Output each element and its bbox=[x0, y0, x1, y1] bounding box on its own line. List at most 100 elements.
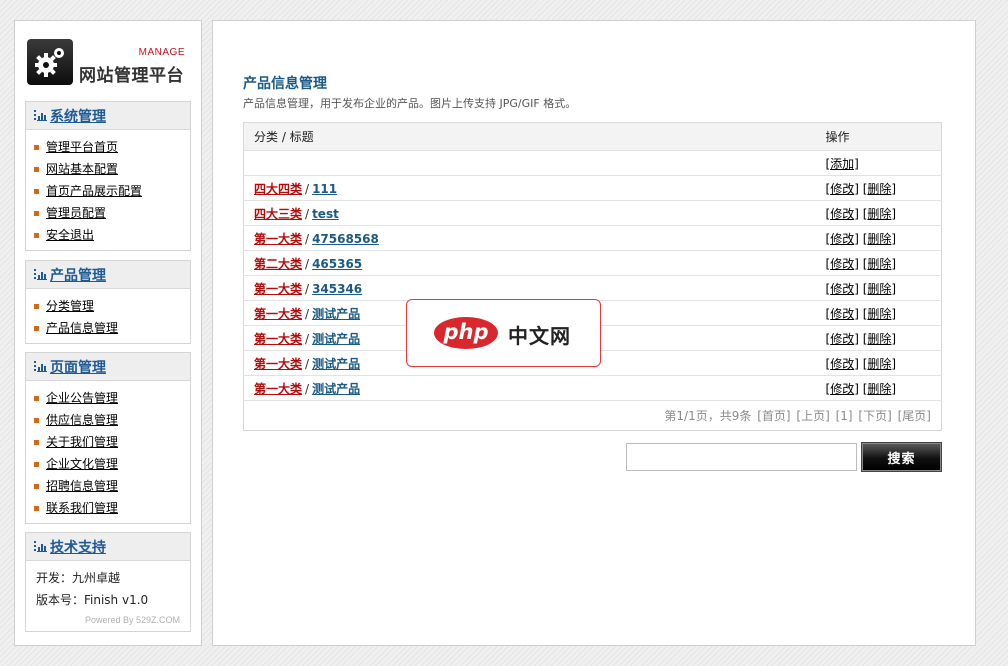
table-row: 四大四类/111 [修改] [删除] bbox=[243, 175, 942, 201]
table-row: 第一大类/47568568 [修改] [删除] bbox=[243, 225, 942, 251]
tech-info: 开发：九州卓越 版本号：Finish v1.0 Powered By 529Z.… bbox=[26, 561, 190, 631]
panel-title-product[interactable]: 产品管理 bbox=[50, 265, 106, 285]
pager-summary: 第1/1页，共9条 bbox=[664, 409, 752, 423]
edit-button[interactable]: 修改 bbox=[830, 307, 854, 321]
row-title[interactable]: 47568568 bbox=[312, 232, 379, 246]
sidebar-item: 供应信息管理 bbox=[32, 409, 190, 431]
row-category[interactable]: 第一大类 bbox=[254, 232, 302, 246]
panel-header: 产品管理 bbox=[26, 261, 190, 289]
row-title[interactable]: 345346 bbox=[312, 282, 362, 296]
panel-product: 产品管理 分类管理 产品信息管理 bbox=[25, 260, 191, 344]
row-title[interactable]: 测试产品 bbox=[312, 382, 360, 396]
pager-first[interactable]: [首页] bbox=[757, 409, 790, 423]
add-button[interactable]: [添加] bbox=[826, 157, 859, 171]
php-logo-icon: php bbox=[434, 317, 498, 349]
row-category[interactable]: 第一大类 bbox=[254, 357, 302, 371]
delete-button[interactable]: 删除 bbox=[867, 282, 891, 296]
developer-text: 开发：九州卓越 bbox=[36, 571, 121, 585]
bar-chart-icon bbox=[34, 110, 47, 121]
delete-button[interactable]: 删除 bbox=[867, 332, 891, 346]
sidebar-item-supply-info[interactable]: 供应信息管理 bbox=[46, 413, 118, 427]
sidebar-item-recruitment[interactable]: 招聘信息管理 bbox=[46, 479, 118, 493]
sidebar-item-basic-config[interactable]: 网站基本配置 bbox=[46, 162, 118, 176]
header-category-title: 分类 / 标题 bbox=[243, 122, 825, 151]
sidebar-item-contact[interactable]: 联系我们管理 bbox=[46, 501, 118, 515]
row-title[interactable]: test bbox=[312, 207, 339, 221]
row-separator: / bbox=[305, 231, 310, 246]
panel-header: 系统管理 bbox=[26, 102, 190, 130]
row-title[interactable]: 测试产品 bbox=[312, 357, 360, 371]
panel-title-pages[interactable]: 页面管理 bbox=[50, 357, 106, 377]
delete-button[interactable]: 删除 bbox=[867, 207, 891, 221]
panel-pages: 页面管理 企业公告管理 供应信息管理 关于我们管理 企业文化管理 招聘信息管理 … bbox=[25, 352, 191, 524]
menu-list: 企业公告管理 供应信息管理 关于我们管理 企业文化管理 招聘信息管理 联系我们管… bbox=[26, 381, 190, 523]
edit-button[interactable]: 修改 bbox=[830, 332, 854, 346]
row-title[interactable]: 465365 bbox=[312, 257, 362, 271]
bar-chart-icon bbox=[34, 361, 47, 372]
edit-button[interactable]: 修改 bbox=[830, 232, 854, 246]
delete-button[interactable]: 删除 bbox=[867, 382, 891, 396]
sidebar-item-home[interactable]: 管理平台首页 bbox=[46, 140, 118, 154]
row-separator: / bbox=[305, 181, 310, 196]
edit-button[interactable]: 修改 bbox=[830, 257, 854, 271]
edit-button[interactable]: 修改 bbox=[830, 382, 854, 396]
sidebar: MANAGE 网站管理平台 系统管理 管理平台首页 网站基本配置 首页产品展示配… bbox=[14, 20, 202, 646]
row-separator: / bbox=[305, 306, 310, 321]
search-input[interactable] bbox=[626, 443, 857, 471]
pager-last[interactable]: [尾页] bbox=[898, 409, 931, 423]
sidebar-item-category[interactable]: 分类管理 bbox=[46, 299, 94, 313]
edit-button[interactable]: 修改 bbox=[830, 282, 854, 296]
sidebar-item: 管理平台首页 bbox=[32, 136, 190, 158]
edit-button[interactable]: 修改 bbox=[830, 182, 854, 196]
panel-header: 页面管理 bbox=[26, 353, 190, 381]
delete-button[interactable]: 删除 bbox=[867, 357, 891, 371]
row-category[interactable]: 第二大类 bbox=[254, 257, 302, 271]
row-category[interactable]: 四大四类 bbox=[254, 182, 302, 196]
panel-title-tech[interactable]: 技术支持 bbox=[50, 537, 106, 557]
sidebar-item-announcements[interactable]: 企业公告管理 bbox=[46, 391, 118, 405]
edit-button[interactable]: 修改 bbox=[830, 357, 854, 371]
row-category[interactable]: 第一大类 bbox=[254, 332, 302, 346]
sidebar-item-culture[interactable]: 企业文化管理 bbox=[46, 457, 118, 471]
row-separator: / bbox=[305, 206, 310, 221]
row-category[interactable]: 第一大类 bbox=[254, 307, 302, 321]
row-category[interactable]: 四大三类 bbox=[254, 207, 302, 221]
row-title[interactable]: 测试产品 bbox=[312, 332, 360, 346]
panel-title-system[interactable]: 系统管理 bbox=[50, 106, 106, 126]
powered-by-text: Powered By 529Z.COM bbox=[84, 615, 180, 625]
row-separator: / bbox=[305, 381, 310, 396]
table-row: 四大三类 / test [修改] [删除] bbox=[243, 200, 942, 226]
delete-button[interactable]: 删除 bbox=[867, 257, 891, 271]
delete-button[interactable]: 删除 bbox=[867, 182, 891, 196]
delete-button[interactable]: 删除 bbox=[867, 307, 891, 321]
row-separator: / bbox=[305, 356, 310, 371]
sidebar-item-product-display-config[interactable]: 首页产品展示配置 bbox=[46, 184, 142, 198]
sidebar-item-product-info[interactable]: 产品信息管理 bbox=[46, 321, 118, 335]
pager-row: 第1/1页，共9条 [首页] [上页] [1] [下页] [尾页] bbox=[244, 401, 942, 431]
edit-button[interactable]: 修改 bbox=[830, 207, 854, 221]
delete-button[interactable]: 删除 bbox=[867, 232, 891, 246]
gear-icon bbox=[27, 39, 73, 85]
sidebar-item: 网站基本配置 bbox=[32, 158, 190, 180]
search-button[interactable]: 搜索 bbox=[861, 442, 942, 472]
watermark-text: 中文网 bbox=[508, 324, 571, 348]
watermark-badge: php 中文网 bbox=[406, 299, 601, 367]
sidebar-item: 分类管理 bbox=[32, 295, 190, 317]
sidebar-item: 关于我们管理 bbox=[32, 431, 190, 453]
menu-list: 分类管理 产品信息管理 bbox=[26, 289, 190, 343]
pager-next[interactable]: [下页] bbox=[858, 409, 891, 423]
pager-current[interactable]: [1] bbox=[836, 409, 853, 423]
pager-prev[interactable]: [上页] bbox=[796, 409, 829, 423]
sidebar-item: 招聘信息管理 bbox=[32, 475, 190, 497]
sidebar-item-logout[interactable]: 安全退出 bbox=[46, 228, 94, 242]
bar-chart-icon bbox=[34, 541, 47, 552]
row-category[interactable]: 第一大类 bbox=[254, 282, 302, 296]
bar-chart-icon bbox=[34, 269, 47, 280]
pager: 第1/1页，共9条 [首页] [上页] [1] [下页] [尾页] bbox=[244, 401, 942, 431]
sidebar-item-admin-config[interactable]: 管理员配置 bbox=[46, 206, 106, 220]
row-category[interactable]: 第一大类 bbox=[254, 382, 302, 396]
sidebar-item-about-us[interactable]: 关于我们管理 bbox=[46, 435, 118, 449]
row-title[interactable]: 111 bbox=[312, 182, 337, 196]
row-title[interactable]: 测试产品 bbox=[312, 307, 360, 321]
table-row: 第一大类/345346 [修改] [删除] bbox=[243, 275, 942, 301]
